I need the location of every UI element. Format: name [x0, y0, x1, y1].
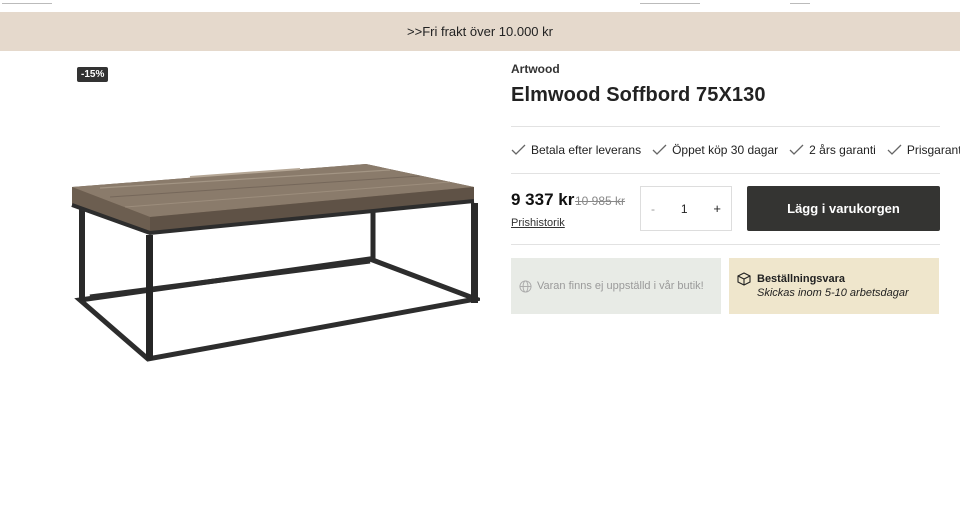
- order-item-title: Beställningsvara: [757, 273, 846, 285]
- usp-list: Betala efter leverans Öppet köp 30 dagar…: [511, 127, 960, 173]
- usp-item: Öppet köp 30 dagar: [652, 143, 778, 157]
- decrease-quantity-button[interactable]: -: [651, 202, 655, 216]
- product-info: Artwood Elmwood Soffbord 75X130 Betala e…: [511, 60, 960, 314]
- quantity-stepper: - 1 +: [640, 186, 732, 231]
- top-strip-cutoff: [0, 0, 960, 12]
- current-price: 9 337 kr: [511, 190, 575, 209]
- usp-item: Prisgaranti: [887, 143, 960, 157]
- increase-quantity-button[interactable]: +: [713, 201, 721, 216]
- package-icon: [737, 272, 751, 286]
- usp-item: Betala efter leverans: [511, 143, 641, 157]
- divider: [511, 244, 940, 245]
- free-shipping-banner: >>Fri frakt över 10.000 kr: [0, 12, 960, 51]
- usp-item: 2 års garanti: [789, 143, 876, 157]
- order-item-subtitle: Skickas inom 5-10 arbetsdagar: [757, 287, 909, 299]
- usp-label: Betala efter leverans: [531, 143, 642, 157]
- availability-cards: Varan finns ej uppställd i vår butik! Be…: [511, 258, 941, 314]
- usp-label: 2 års garanti: [809, 143, 876, 157]
- product-gallery[interactable]: -15%: [60, 62, 490, 382]
- price-history-link[interactable]: Prishistorik: [511, 217, 565, 229]
- order-item-card: Beställningsvara Skickas inom 5-10 arbet…: [729, 258, 939, 314]
- store-availability-text: Varan finns ej uppställd i vår butik!: [537, 280, 704, 292]
- buy-row: 9 337 kr 10 985 kr Prishistorik - 1 + Lä…: [511, 174, 941, 244]
- product-title: Elmwood Soffbord 75X130: [511, 84, 766, 106]
- globe-icon: [519, 279, 532, 293]
- check-icon: [789, 144, 804, 155]
- old-price: 10 985 kr: [575, 194, 626, 208]
- check-icon: [652, 144, 667, 155]
- brand-name[interactable]: Artwood: [511, 62, 941, 76]
- usp-label: Prisgaranti: [906, 143, 960, 157]
- store-availability-card: Varan finns ej uppställd i vår butik!: [511, 258, 721, 314]
- check-icon: [887, 144, 902, 155]
- banner-text: >>Fri frakt över 10.000 kr: [407, 24, 553, 39]
- usp-label: Öppet köp 30 dagar: [672, 143, 779, 157]
- product-image[interactable]: [70, 157, 480, 367]
- quantity-input[interactable]: 1: [681, 202, 688, 216]
- discount-badge: -15%: [77, 67, 109, 82]
- check-icon: [511, 144, 526, 155]
- add-to-cart-button[interactable]: Lägg i varukorgen: [747, 186, 940, 231]
